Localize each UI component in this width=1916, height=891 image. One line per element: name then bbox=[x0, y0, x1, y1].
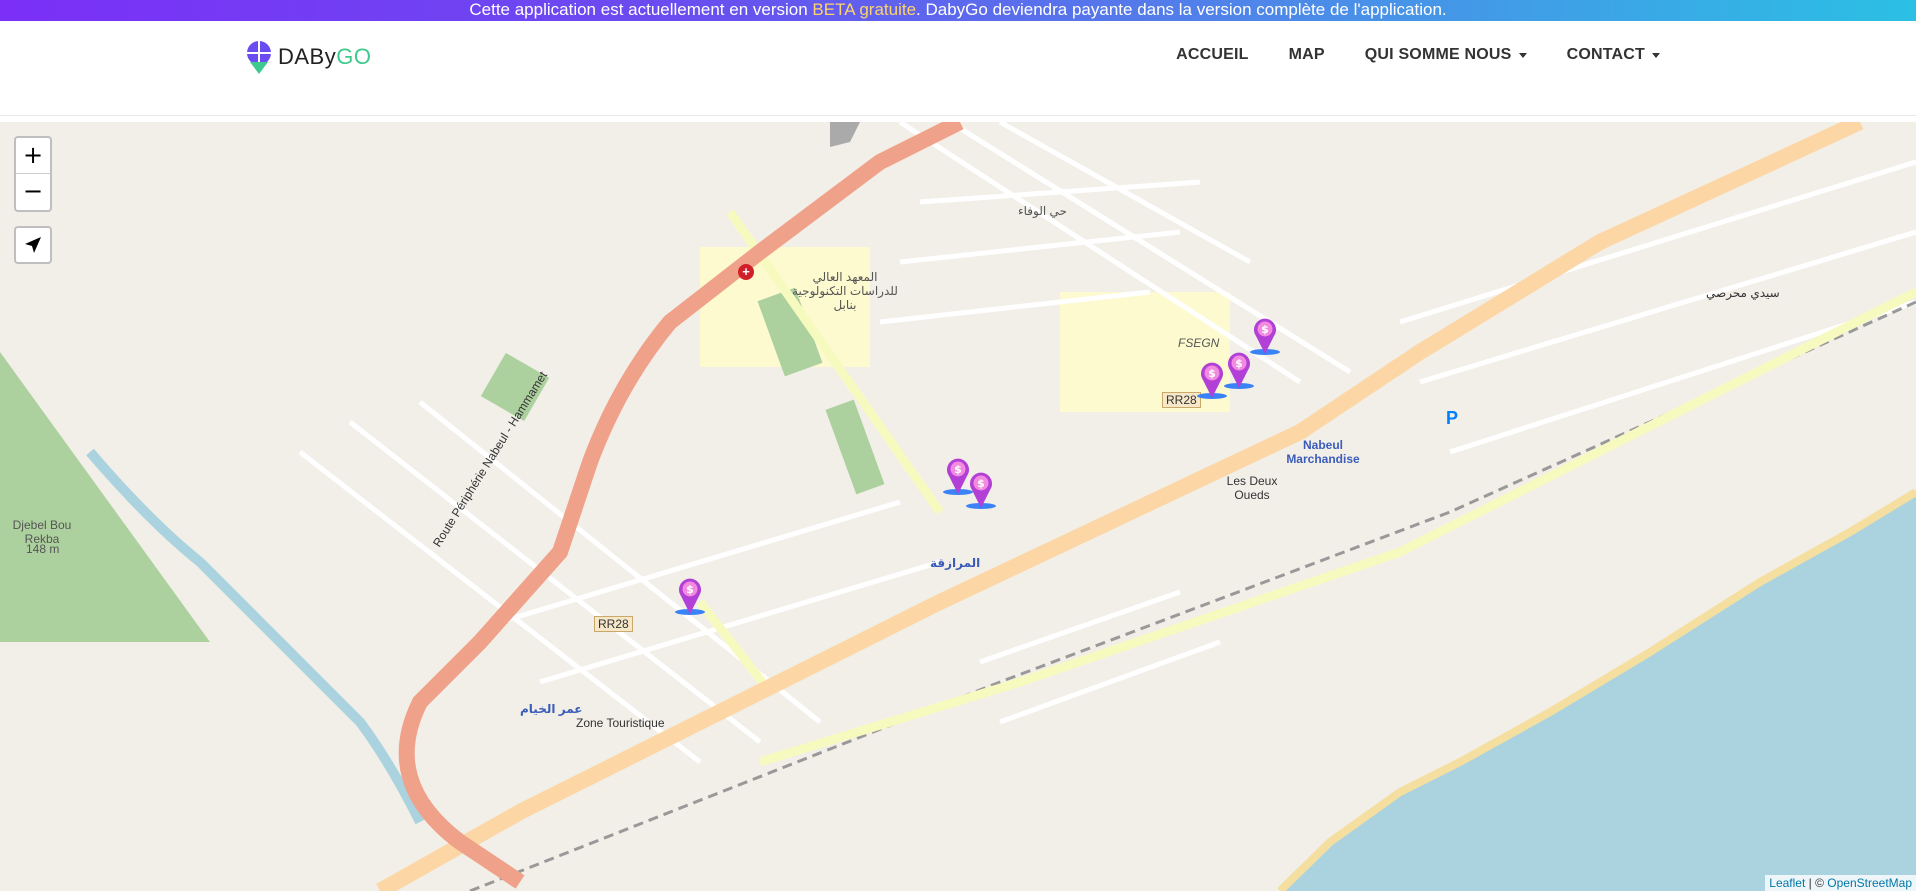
navbar: DAByGO ACCUEIL MAP QUI SOMME NOUS CONTAC… bbox=[0, 21, 1916, 116]
map-attribution: Leaflet | © OpenStreetMap bbox=[1765, 875, 1916, 891]
osm-link[interactable]: OpenStreetMap bbox=[1827, 876, 1912, 890]
svg-text:$: $ bbox=[1208, 367, 1216, 380]
banner-highlight: BETA gratuite bbox=[812, 0, 917, 19]
label-marazka: المرازقة bbox=[930, 556, 981, 570]
nav-qui-somme-nous[interactable]: QUI SOMME NOUS bbox=[1365, 46, 1527, 64]
beta-banner: Cette application est actuellement en ve… bbox=[0, 0, 1916, 21]
brand-logo[interactable]: DAByGO bbox=[244, 39, 371, 75]
label-zone-touristique: Zone Touristique bbox=[576, 716, 665, 730]
svg-text:$: $ bbox=[1261, 323, 1269, 336]
main-nav: ACCUEIL MAP QUI SOMME NOUS CONTACT bbox=[1136, 46, 1660, 64]
label-djebel-alt: 148 m bbox=[26, 542, 60, 556]
banner-text-after: . DabyGo deviendra payante dans la versi… bbox=[916, 0, 1447, 19]
nav-qui-label: QUI SOMME NOUS bbox=[1364, 46, 1512, 63]
nav-accueil-label: ACCUEIL bbox=[1176, 46, 1249, 63]
label-fsegn: FSEGN bbox=[1178, 336, 1220, 350]
brand-name: DAByGO bbox=[278, 44, 371, 70]
svg-text:$: $ bbox=[954, 463, 962, 476]
nav-accueil[interactable]: ACCUEIL bbox=[1176, 46, 1249, 64]
svg-text:$: $ bbox=[1235, 357, 1243, 370]
caret-down-icon bbox=[1518, 52, 1527, 58]
nav-map-label: MAP bbox=[1288, 46, 1325, 63]
hospital-icon: + bbox=[738, 264, 754, 280]
atm-marker-5[interactable]: $ bbox=[964, 468, 998, 510]
brand-name-part1: DABy bbox=[278, 44, 337, 69]
brand-pin-icon bbox=[244, 40, 274, 74]
locate-button[interactable] bbox=[14, 226, 52, 264]
svg-text:$: $ bbox=[686, 583, 694, 596]
label-nabeul-marchandise: Nabeul Marchandise bbox=[1286, 438, 1360, 466]
label-omar-khayam: عمر الخيام bbox=[520, 702, 583, 716]
label-sidi-mahrsi: سيدي محرصي bbox=[1706, 286, 1780, 300]
zoom-out-button[interactable]: − bbox=[16, 174, 50, 210]
label-parking: P bbox=[1446, 408, 1459, 428]
dollar-pin-icon: $ bbox=[675, 578, 705, 615]
atm-marker-6[interactable]: $ bbox=[673, 574, 707, 616]
dollar-pin-icon: $ bbox=[966, 472, 996, 509]
atm-marker-3[interactable]: $ bbox=[1195, 358, 1229, 400]
nav-contact-label: CONTACT bbox=[1566, 46, 1645, 63]
label-rr28-b: RR28 bbox=[594, 616, 633, 632]
caret-down-icon bbox=[1652, 52, 1660, 58]
label-hay-wafa: حي الوفاء bbox=[1018, 204, 1067, 218]
nav-map[interactable]: MAP bbox=[1289, 46, 1325, 64]
zoom-in-button[interactable]: + bbox=[16, 138, 50, 174]
forest-area bbox=[0, 352, 210, 642]
svg-text:$: $ bbox=[977, 477, 985, 490]
banner-text-before: Cette application est actuellement en ve… bbox=[469, 0, 813, 19]
nav-contact[interactable]: CONTACT bbox=[1567, 46, 1660, 64]
attribution-separator: | © bbox=[1805, 876, 1828, 890]
zoom-control: + − bbox=[14, 136, 52, 212]
brand-name-part2: GO bbox=[336, 44, 372, 69]
dollar-pin-icon: $ bbox=[1197, 362, 1227, 399]
ring-road bbox=[398, 122, 964, 889]
leaflet-link[interactable]: Leaflet bbox=[1769, 876, 1805, 890]
map-tiles bbox=[0, 122, 1916, 891]
location-arrow-icon bbox=[25, 237, 41, 253]
label-deux-oueds: Les Deux Oueds bbox=[1226, 474, 1278, 502]
label-institute: المعهد العالي للدراسات التكنولوجية بنابل bbox=[792, 270, 898, 312]
map-view[interactable]: Route Périphérie Nabeul - Hammamet RR28 … bbox=[0, 122, 1916, 891]
